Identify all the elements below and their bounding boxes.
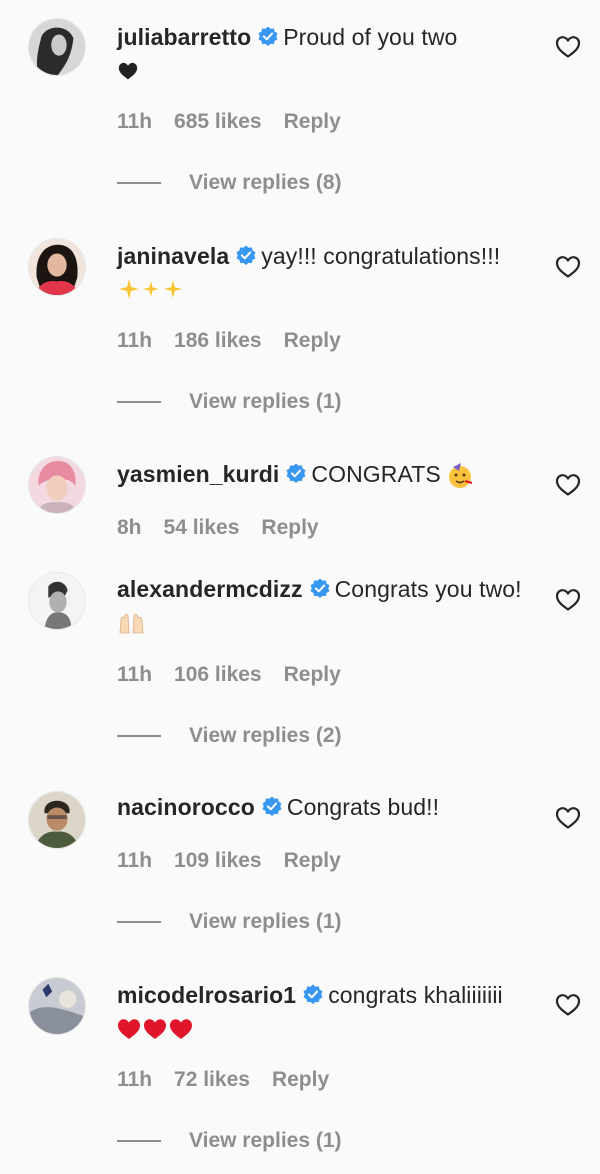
like-heart-icon[interactable]: [555, 806, 581, 830]
divider-line: [117, 182, 161, 184]
comment-body: CONGRATS: [311, 461, 441, 487]
like-heart-icon[interactable]: [555, 993, 581, 1017]
comment-meta: 11h 685 likes Reply: [117, 110, 341, 134]
like-heart-icon[interactable]: [555, 255, 581, 279]
username[interactable]: micodelrosario1: [117, 982, 296, 1008]
reply-button[interactable]: Reply: [284, 110, 341, 134]
like-count[interactable]: 685 likes: [174, 110, 262, 134]
comment-meta: 11h 106 likes Reply: [117, 663, 341, 687]
like-count[interactable]: 54 likes: [164, 516, 240, 540]
comment-text: janinavela yay!!! congratulations!!!: [117, 240, 537, 304]
sparkles-emoji: [119, 278, 182, 299]
view-replies-button[interactable]: View replies (1): [117, 390, 342, 414]
reply-button[interactable]: Reply: [284, 849, 341, 873]
comment-text: nacinorocco Congrats bud!!: [117, 791, 537, 823]
avatar[interactable]: [28, 238, 86, 296]
comment-text: micodelrosario1 congrats khaliiiiiii: [117, 979, 537, 1043]
reply-button[interactable]: Reply: [272, 1068, 329, 1092]
like-count[interactable]: 186 likes: [174, 329, 262, 353]
divider-line: [117, 735, 161, 737]
comment-body: Proud of you two: [283, 24, 458, 50]
reply-button[interactable]: Reply: [284, 663, 341, 687]
username[interactable]: yasmien_kurdi: [117, 461, 279, 487]
divider-line: [117, 921, 161, 923]
like-heart-icon[interactable]: [555, 473, 581, 497]
like-heart-icon[interactable]: [555, 588, 581, 612]
username[interactable]: juliabarretto: [117, 24, 251, 50]
view-replies-button[interactable]: View replies (1): [117, 910, 342, 934]
comment-time: 8h: [117, 516, 142, 539]
verified-badge-icon: [309, 578, 331, 600]
view-replies-button[interactable]: View replies (8): [117, 171, 342, 195]
comment-time: 11h: [117, 110, 153, 133]
avatar[interactable]: [28, 456, 86, 514]
partying-face-emoji: [449, 462, 473, 488]
view-replies-label: View replies (1): [189, 910, 342, 933]
verified-badge-icon: [285, 463, 307, 485]
divider-line: [117, 401, 161, 403]
like-heart-icon[interactable]: [555, 35, 581, 59]
avatar[interactable]: [28, 18, 86, 76]
username[interactable]: janinavela: [117, 243, 229, 269]
red-hearts-emoji: [118, 1019, 192, 1039]
view-replies-label: View replies (8): [189, 171, 342, 194]
view-replies-button[interactable]: View replies (2): [117, 724, 342, 748]
view-replies-label: View replies (1): [189, 390, 342, 413]
avatar[interactable]: [28, 572, 86, 630]
comment-body: congrats khaliiiiiii: [328, 982, 503, 1008]
comment-body: yay!!! congratulations!!!: [261, 243, 501, 269]
view-replies-label: View replies (2): [189, 724, 342, 747]
username[interactable]: alexandermcdizz: [117, 576, 303, 602]
comment-text: juliabarretto Proud of you two: [117, 21, 537, 85]
black-heart-emoji: [118, 62, 138, 80]
comment-time: 11h: [117, 329, 153, 352]
like-count[interactable]: 109 likes: [174, 849, 262, 873]
comment-body: Congrats bud!!: [286, 794, 440, 820]
comment-meta: 11h 72 likes Reply: [117, 1068, 329, 1092]
verified-badge-icon: [302, 984, 324, 1006]
comment-meta: 8h 54 likes Reply: [117, 516, 319, 540]
comment-meta: 11h 109 likes Reply: [117, 849, 341, 873]
comment-meta: 11h 186 likes Reply: [117, 329, 341, 353]
reply-button[interactable]: Reply: [261, 516, 318, 540]
username[interactable]: nacinorocco: [117, 794, 255, 820]
view-replies-button[interactable]: View replies (1): [117, 1129, 342, 1153]
avatar[interactable]: [28, 791, 86, 849]
view-replies-label: View replies (1): [189, 1129, 342, 1152]
comment-time: 11h: [117, 663, 153, 686]
raising-hands-emoji: [119, 613, 144, 634]
comment-body: Congrats you two!: [334, 576, 522, 602]
like-count[interactable]: 106 likes: [174, 663, 262, 687]
comment-text: alexandermcdizz Congrats you two!: [117, 573, 537, 637]
divider-line: [117, 1140, 161, 1142]
verified-badge-icon: [235, 245, 257, 267]
like-count[interactable]: 72 likes: [174, 1068, 250, 1092]
verified-badge-icon: [261, 796, 283, 818]
avatar[interactable]: [28, 977, 86, 1035]
comment-text: yasmien_kurdi CONGRATS: [117, 458, 537, 490]
comment-time: 11h: [117, 849, 153, 872]
reply-button[interactable]: Reply: [284, 329, 341, 353]
verified-badge-icon: [257, 26, 279, 48]
comment-time: 11h: [117, 1068, 153, 1091]
